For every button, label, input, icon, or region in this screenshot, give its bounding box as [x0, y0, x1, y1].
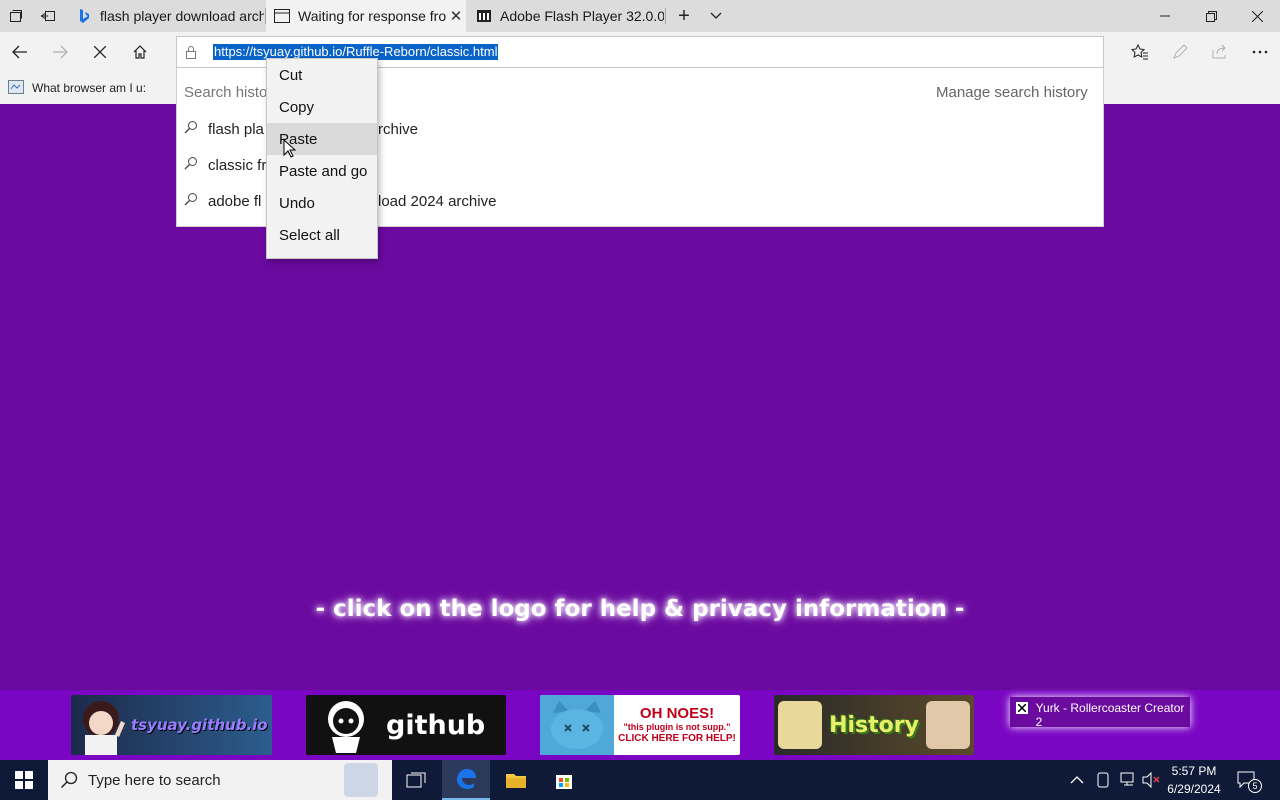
- pen-icon[interactable]: [1160, 32, 1200, 72]
- favorite-site-icon: [8, 80, 24, 96]
- tab-separator: [665, 8, 666, 24]
- banner-text: tsyuay.github.io: [131, 716, 268, 734]
- suggestion-text: adobe fl: [208, 192, 262, 210]
- close-tab-icon[interactable]: ✕: [446, 7, 466, 25]
- anime-character-icon: [71, 695, 131, 755]
- banner-text: History: [829, 712, 919, 738]
- character-portrait-icon: [926, 701, 970, 749]
- chevron-up-icon[interactable]: [1070, 772, 1086, 788]
- close-popup-icon[interactable]: [1016, 702, 1028, 714]
- device-icon[interactable]: [1096, 772, 1112, 788]
- forward-icon[interactable]: [40, 32, 80, 72]
- start-windows-icon[interactable]: [0, 760, 48, 800]
- tab-adobe-flash[interactable]: Adobe Flash Player 32.0.0.3: [468, 0, 664, 32]
- notification-count: 5: [1248, 779, 1262, 793]
- context-menu-cut[interactable]: Cut: [267, 59, 377, 91]
- tab-title: flash player download archi: [100, 8, 264, 24]
- network-icon[interactable]: [1120, 772, 1138, 788]
- suggestion-row[interactable]: flash pla: [184, 111, 264, 147]
- history-banner[interactable]: History: [774, 695, 974, 755]
- mouse-cursor-icon: [283, 138, 297, 159]
- page-icon: [274, 8, 290, 24]
- banner-cta: CLICK HERE FOR HELP!: [618, 732, 736, 744]
- suggestion-row[interactable]: classic fr: [184, 147, 266, 183]
- banner-title: OH NOES!: [639, 705, 715, 723]
- github-banner[interactable]: github: [306, 695, 506, 755]
- lock-icon: [184, 44, 198, 60]
- suggestion-text: flash pla: [208, 120, 264, 138]
- suggestion-text-tail: rchive: [378, 120, 419, 138]
- popup-text: Yurk - Rollercoaster Creator 2: [1035, 701, 1185, 729]
- search-icon: [184, 120, 200, 138]
- context-menu-select-all[interactable]: Select all: [267, 219, 377, 251]
- taskbar-search-box[interactable]: Type here to search: [48, 760, 392, 800]
- volume-muted-icon[interactable]: [1142, 771, 1160, 789]
- home-icon[interactable]: [120, 32, 160, 72]
- chevron-down-icon[interactable]: [700, 0, 732, 32]
- notifications-icon[interactable]: 5: [1236, 770, 1266, 794]
- task-view-icon[interactable]: [392, 760, 440, 800]
- cat-face-icon: [540, 695, 614, 755]
- file-explorer-icon[interactable]: [492, 760, 540, 800]
- suggestion-text-tail: load 2024 archive: [378, 192, 497, 210]
- search-icon: [184, 192, 200, 210]
- back-icon[interactable]: [0, 32, 40, 72]
- search-history-label: Search histo: [184, 83, 268, 101]
- context-menu-undo[interactable]: Undo: [267, 187, 377, 219]
- share-icon[interactable]: [1200, 32, 1240, 72]
- clock-date: 6/29/2024: [1167, 782, 1221, 796]
- banner-text: github: [386, 709, 486, 741]
- suggestion-row[interactable]: adobe fl: [184, 183, 261, 219]
- favorite-label: What browser am I u:: [32, 81, 147, 95]
- favorite-item[interactable]: What browser am I u:: [8, 80, 146, 96]
- octocat-icon: [306, 695, 386, 755]
- tsyuay-banner[interactable]: tsyuay.github.io: [71, 695, 272, 755]
- store-icon[interactable]: [540, 760, 588, 800]
- game-popup[interactable]: Yurk - Rollercoaster Creator 2: [1010, 697, 1190, 729]
- oh-noes-banner[interactable]: OH NOES! "this plugin is not supp." CLIC…: [540, 695, 740, 755]
- bing-icon: [76, 8, 92, 24]
- system-clock[interactable]: 5:57 PM 6/29/2024: [1164, 762, 1224, 798]
- favorites-icon[interactable]: [1120, 32, 1160, 72]
- tab-title: Adobe Flash Player 32.0.0.3: [500, 8, 664, 24]
- taskbar-search-placeholder: Type here to search: [88, 771, 221, 789]
- stop-loading-icon[interactable]: [80, 32, 120, 72]
- context-menu-copy[interactable]: Copy: [267, 91, 377, 123]
- search-icon: [60, 771, 78, 789]
- clock-time: 5:57 PM: [1171, 764, 1217, 778]
- search-icon: [184, 156, 200, 174]
- tab-waiting[interactable]: Waiting for response fro ✕: [266, 0, 466, 32]
- close-window-icon[interactable]: [1234, 0, 1280, 32]
- manage-search-history-link[interactable]: Manage search history: [936, 74, 1088, 110]
- edge-taskbar-icon[interactable]: [442, 760, 490, 800]
- tab-actions-icon[interactable]: [0, 0, 32, 32]
- help-privacy-text[interactable]: - click on the logo for help & privacy i…: [0, 596, 1280, 622]
- restore-icon[interactable]: [1188, 0, 1234, 32]
- character-portrait-icon: [778, 701, 822, 749]
- more-options-icon[interactable]: [1240, 32, 1280, 72]
- minimize-icon[interactable]: [1142, 0, 1188, 32]
- context-menu-paste-and-go[interactable]: Paste and go: [267, 155, 377, 187]
- search-highlight-icon: [344, 763, 378, 797]
- archive-icon: [476, 8, 492, 24]
- banner-subtitle: "this plugin is not supp.": [623, 721, 731, 732]
- new-tab-icon[interactable]: +: [668, 0, 700, 32]
- tab-flash-archive[interactable]: flash player download archi: [68, 0, 264, 32]
- suggestion-text: classic fr: [208, 156, 267, 174]
- tab-title: Waiting for response fro: [298, 8, 447, 24]
- set-tabs-aside-icon[interactable]: [32, 0, 64, 32]
